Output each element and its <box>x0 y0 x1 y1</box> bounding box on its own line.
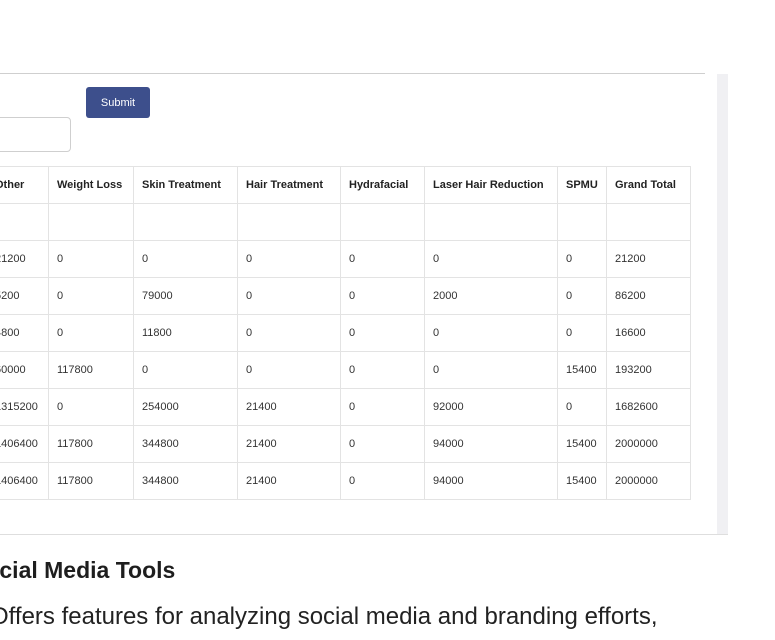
table-cell: 1406400 <box>0 462 49 500</box>
table-cell: 2000000 <box>606 425 691 463</box>
table-cell: 15400 <box>557 425 607 463</box>
table-cell: 254000 <box>133 388 238 426</box>
table-cell: 0 <box>237 314 341 352</box>
table-cell: 0 <box>133 351 238 389</box>
table-cell: 0 <box>557 314 607 352</box>
table-cell: 0 <box>424 314 558 352</box>
table-cell: 0 <box>340 277 425 315</box>
table-cell: 0 <box>340 462 425 500</box>
table-cell <box>557 203 607 241</box>
table-cell: 21400 <box>237 425 341 463</box>
table-cell: 0 <box>424 240 558 278</box>
table-cell <box>133 203 238 241</box>
column-header: SPMU <box>557 166 607 204</box>
table-cell: 86200 <box>606 277 691 315</box>
table-cell: 117800 <box>48 462 134 500</box>
table-cell: 1315200 <box>0 388 49 426</box>
table-cell <box>424 203 558 241</box>
table-cell: 15400 <box>557 462 607 500</box>
table-cell: 0 <box>340 425 425 463</box>
table-cell: 0 <box>424 351 558 389</box>
table-cell: 0 <box>340 314 425 352</box>
table-cell: 1682600 <box>606 388 691 426</box>
table-row: 21200 0 0 0 0 0 0 21200 <box>0 240 691 278</box>
table-cell: 21400 <box>237 462 341 500</box>
table-cell: 21400 <box>237 388 341 426</box>
table-cell: 11800 <box>133 314 238 352</box>
table-cell: 0 <box>557 277 607 315</box>
table-cell <box>606 203 691 241</box>
table-cell: 0 <box>340 351 425 389</box>
table-row: 60000 117800 0 0 0 0 15400 193200 <box>0 351 691 389</box>
table-cell: 1406400 <box>0 425 49 463</box>
table-header-row: Other Weight Loss Skin Treatment Hair Tr… <box>0 166 691 204</box>
column-header: Grand Total <box>606 166 691 204</box>
table-cell: 15400 <box>557 351 607 389</box>
table-cell: 0 <box>237 351 341 389</box>
table-row: 4800 0 11800 0 0 0 0 16600 <box>0 314 691 352</box>
table-cell: 2000000 <box>606 462 691 500</box>
table-cell: 0 <box>340 240 425 278</box>
table-cell: 0 <box>133 240 238 278</box>
table-cell: 0 <box>48 240 134 278</box>
table-row: 1406400 117800 344800 21400 0 94000 1540… <box>0 425 691 463</box>
table-cell: 16600 <box>606 314 691 352</box>
table-cell: 0 <box>48 314 134 352</box>
column-header: Hydrafacial <box>340 166 425 204</box>
table-cell: 117800 <box>48 351 134 389</box>
table-cell: 344800 <box>133 462 238 500</box>
table-cell <box>48 203 134 241</box>
table-cell: 21200 <box>0 240 49 278</box>
table-cell: 79000 <box>133 277 238 315</box>
table-row: 1406400 117800 344800 21400 0 94000 1540… <box>0 462 691 500</box>
table-cell <box>237 203 341 241</box>
section-description: Offers features for analyzing social med… <box>0 603 658 630</box>
panel-scroll-strip <box>717 74 728 534</box>
column-header: Other <box>0 166 49 204</box>
table-cell: 193200 <box>606 351 691 389</box>
table-cell: 94000 <box>424 462 558 500</box>
table-cell: 60000 <box>0 351 49 389</box>
submit-button[interactable]: Submit <box>86 87 150 118</box>
table-row <box>0 203 691 241</box>
table-cell: 344800 <box>133 425 238 463</box>
table-cell: 2000 <box>424 277 558 315</box>
column-header: Hair Treatment <box>237 166 341 204</box>
section-heading: Social Media Tools <box>0 557 176 583</box>
table-cell <box>0 203 49 241</box>
table-cell: 4800 <box>0 314 49 352</box>
table-cell <box>340 203 425 241</box>
column-header: Weight Loss <box>48 166 134 204</box>
table-cell: 0 <box>557 388 607 426</box>
table-cell: 0 <box>237 240 341 278</box>
table-cell: 5200 <box>0 277 49 315</box>
table-cell: 0 <box>557 240 607 278</box>
filter-input[interactable] <box>0 117 71 152</box>
table-cell: 94000 <box>424 425 558 463</box>
table-row: 5200 0 79000 0 0 2000 0 86200 <box>0 277 691 315</box>
table-row: 1315200 0 254000 21400 0 92000 0 1682600 <box>0 388 691 426</box>
column-header: Skin Treatment <box>133 166 238 204</box>
table-cell: 0 <box>237 277 341 315</box>
table-cell: 0 <box>48 388 134 426</box>
column-header: Laser Hair Reduction <box>424 166 558 204</box>
table-cell: 0 <box>340 388 425 426</box>
table-cell: 117800 <box>48 425 134 463</box>
table-cell: 0 <box>48 277 134 315</box>
sales-table: Other Weight Loss Skin Treatment Hair Tr… <box>0 166 691 500</box>
table-cell: 92000 <box>424 388 558 426</box>
table-cell: 21200 <box>606 240 691 278</box>
